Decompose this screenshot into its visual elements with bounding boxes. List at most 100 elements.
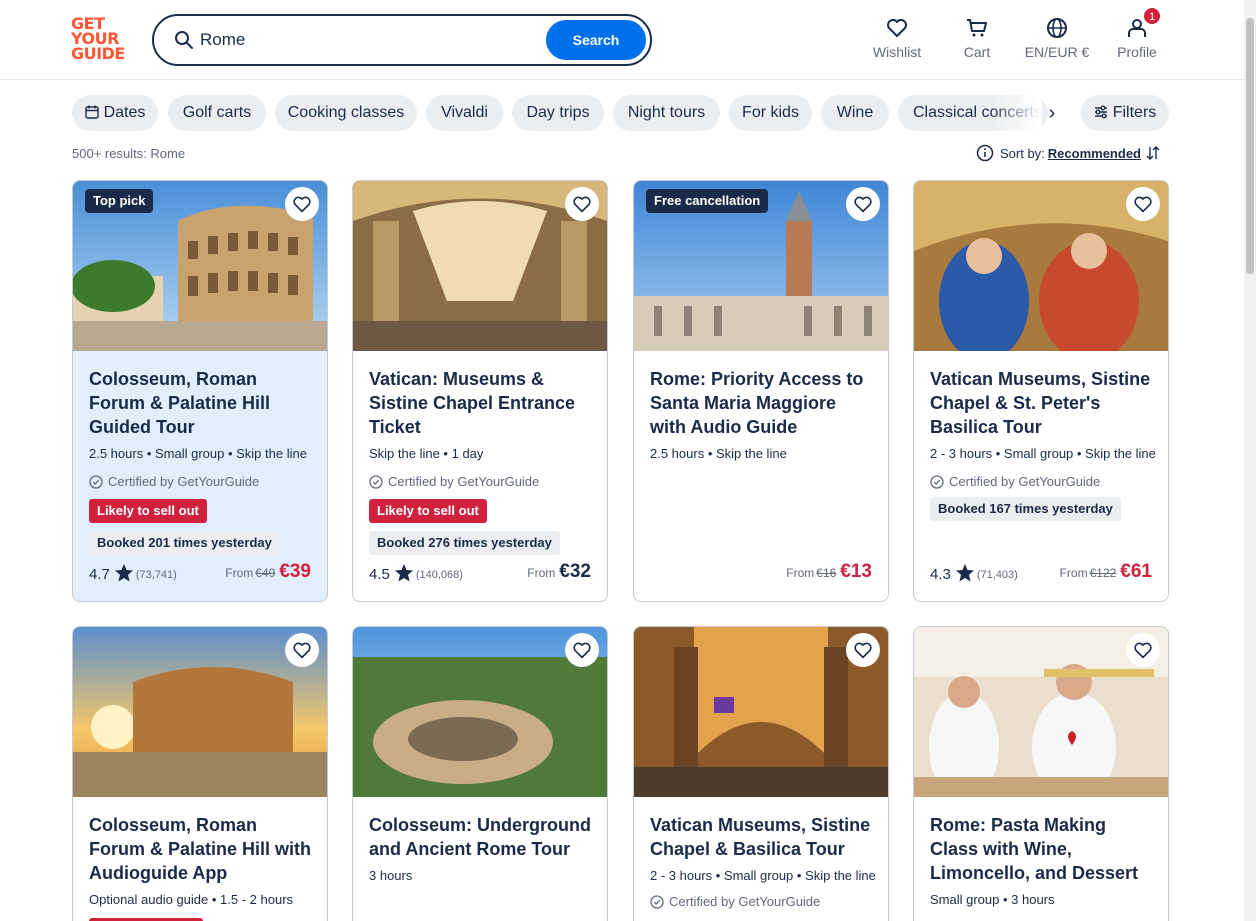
search-bar: Search	[152, 14, 652, 66]
chip-label: Dates	[103, 104, 146, 121]
price: From €122 €61	[1060, 561, 1152, 583]
activity-card[interactable]: Vatican Museums, Sistine Chapel & St. Pe…	[913, 180, 1169, 602]
old-price: €49	[255, 566, 276, 580]
certified-label: Certified by GetYourGuide	[89, 474, 315, 489]
heart-icon	[1134, 196, 1152, 213]
card-footer: 4.3 (71,403) From €122 €61	[930, 561, 1152, 587]
card-body: Rome: Pasta Making Class with Wine, Limo…	[930, 813, 1156, 908]
card-footer: From €16 €13	[650, 561, 872, 587]
price-from: From	[225, 566, 254, 580]
certified-text: Certified by GetYourGuide	[949, 474, 1101, 489]
card-meta: 2 - 3 hours • Small group • Skip the lin…	[930, 446, 1156, 461]
notification-badge: 1	[1143, 7, 1161, 25]
star-icon	[394, 564, 413, 582]
sort-arrows-icon[interactable]	[1145, 145, 1161, 161]
heart-icon	[854, 196, 872, 213]
wishlist-toggle[interactable]	[846, 633, 880, 667]
cart-button[interactable]: Cart	[957, 16, 997, 66]
certified-text: Certified by GetYourGuide	[388, 474, 540, 489]
card-meta: 2.5 hours • Small group • Skip the line	[89, 446, 307, 461]
language-currency-button[interactable]: EN/EUR €	[1022, 16, 1092, 66]
rating-value: 4.5	[369, 566, 390, 583]
profile-label: Profile	[1117, 44, 1157, 60]
filters-label: Filters	[1112, 104, 1157, 121]
card-title[interactable]: Colosseum: Underground and Ancient Rome …	[369, 813, 595, 861]
activity-card[interactable]: Colosseum: Underground and Ancient Rome …	[352, 626, 608, 921]
sort-control[interactable]: Sort by: Recommended	[976, 144, 1172, 164]
card-meta: 3 hours	[369, 868, 413, 883]
price-from: From	[1059, 566, 1088, 580]
card-title[interactable]: Vatican: Museums & Sistine Chapel Entran…	[369, 367, 595, 439]
getyourguide-logo[interactable]: GET YOUR GUIDE	[71, 16, 131, 64]
wishlist-toggle[interactable]	[1126, 633, 1160, 667]
chip-vivaldi[interactable]: Vivaldi	[426, 95, 503, 131]
chip-cooking-classes[interactable]: Cooking classes	[275, 95, 417, 131]
wishlist-toggle[interactable]	[285, 187, 319, 221]
chip-day-trips[interactable]: Day trips	[512, 95, 604, 131]
search-button[interactable]: Search	[546, 20, 646, 60]
activity-card[interactable]: Free cancellation Rome: Priority Access …	[633, 180, 889, 602]
results-count: 500+ results: Rome	[72, 146, 186, 161]
filter-chips: Dates Golf carts Cooking classes Vivaldi…	[72, 95, 1172, 133]
activity-card[interactable]: Top pick Colosseum, Roman Forum & Palati…	[72, 180, 328, 602]
card-title[interactable]: Rome: Pasta Making Class with Wine, Limo…	[930, 813, 1156, 885]
card-title[interactable]: Vatican Museums, Sistine Chapel & St. Pe…	[930, 367, 1156, 439]
certified-text: Certified by GetYourGuide	[669, 894, 821, 909]
chip-dates[interactable]: Dates	[72, 95, 158, 131]
price: From €32	[527, 561, 591, 583]
card-body: Colosseum, Roman Forum & Palatine Hill G…	[89, 367, 315, 555]
certified-label: Certified by GetYourGuide	[369, 474, 595, 489]
booked-badge: Booked 167 times yesterday	[930, 497, 1121, 521]
old-price: €16	[816, 566, 837, 580]
wishlist-button[interactable]: Wishlist	[872, 16, 922, 66]
filters-button[interactable]: Filters	[1081, 95, 1169, 131]
sort-label: Sort by:	[1000, 146, 1045, 161]
info-icon[interactable]	[976, 144, 994, 162]
rating-value: 4.3	[930, 566, 951, 583]
card-footer: 4.7 (73,741) From €49 €39	[89, 561, 311, 587]
wishlist-toggle[interactable]	[846, 187, 880, 221]
card-title[interactable]: Rome: Priority Access to Santa Maria Mag…	[650, 367, 876, 439]
scrollbar-thumb[interactable]	[1246, 18, 1254, 274]
profile-button[interactable]: 1 Profile	[1115, 7, 1161, 66]
activity-card[interactable]: Rome: Pasta Making Class with Wine, Limo…	[913, 626, 1169, 921]
card-title[interactable]: Vatican Museums, Sistine Chapel & Basili…	[650, 813, 876, 861]
chip-wine[interactable]: Wine	[821, 95, 889, 131]
wishlist-toggle[interactable]	[1126, 187, 1160, 221]
heart-icon	[887, 19, 907, 37]
card-body: Vatican: Museums & Sistine Chapel Entran…	[369, 367, 595, 555]
wishlist-toggle[interactable]	[565, 187, 599, 221]
wishlist-toggle[interactable]	[565, 633, 599, 667]
review-count: (71,403)	[976, 569, 1018, 581]
sort-value[interactable]: Recommended	[1048, 146, 1141, 161]
price: From €16 €13	[786, 561, 872, 583]
activity-card[interactable]: Vatican Museums, Sistine Chapel & Basili…	[633, 626, 889, 921]
booked-badge: Booked 276 times yesterday	[369, 531, 560, 555]
card-body: Colosseum: Underground and Ancient Rome …	[369, 813, 595, 884]
chip-golf-carts[interactable]: Golf carts	[168, 95, 266, 131]
card-footer: 4.5 (140,068) From €32	[369, 561, 591, 587]
activity-card[interactable]: Vatican: Museums & Sistine Chapel Entran…	[352, 180, 608, 602]
scrollbar[interactable]	[1244, 0, 1256, 921]
activity-card[interactable]: Colosseum, Roman Forum & Palatine Hill w…	[72, 626, 328, 921]
wishlist-label: Wishlist	[872, 44, 922, 60]
chip-for-kids[interactable]: For kids	[729, 95, 812, 131]
card-meta: Skip the line • 1 day	[369, 446, 484, 461]
card-title[interactable]: Colosseum, Roman Forum & Palatine Hill G…	[89, 367, 315, 439]
heart-icon	[293, 642, 311, 659]
chip-night-tours[interactable]: Night tours	[613, 95, 720, 131]
current-price: €61	[1120, 561, 1152, 582]
wishlist-toggle[interactable]	[285, 633, 319, 667]
card-meta: 2 - 3 hours • Small group • Skip the lin…	[650, 868, 876, 883]
sliders-icon	[1094, 105, 1107, 119]
rating: 4.5 (140,068)	[369, 563, 463, 583]
star-icon	[955, 564, 974, 582]
rating: 4.7 (73,741)	[89, 563, 177, 583]
check-badge-icon	[930, 475, 944, 489]
heart-icon	[854, 642, 872, 659]
card-body: Colosseum, Roman Forum & Palatine Hill w…	[89, 813, 315, 921]
search-input[interactable]	[200, 28, 530, 52]
chevron-right-icon[interactable]: ›	[1038, 99, 1066, 127]
language-label: EN/EUR €	[1024, 44, 1090, 60]
card-title[interactable]: Colosseum, Roman Forum & Palatine Hill w…	[89, 813, 315, 885]
